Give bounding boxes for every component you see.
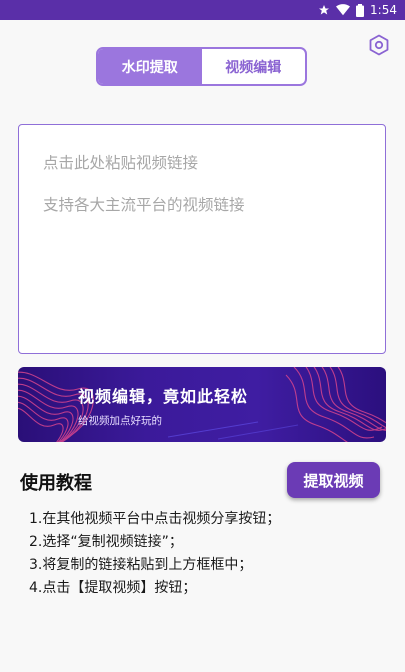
tutorial-step: 3.将复制的链接粘贴到上方框框中； [29,557,253,573]
status-time: 1:54 [370,3,397,17]
banner-subtitle: 给视频加点好玩的 [78,415,162,427]
banner-title: 视频编辑，竟如此轻松 [78,387,249,406]
status-icons: 1:54 [318,2,397,18]
link-input-hint: 支持各大主流平台的视频链接 [43,196,245,214]
extract-video-button[interactable]: 提取视频 [287,462,380,498]
tutorial-step: 1.在其他视频平台中点击视频分享按钮； [29,511,281,527]
tutorial-step: 2.选择“复制视频链接”； [29,534,183,550]
tab-video-edit[interactable]: 视频编辑 [202,49,306,84]
video-edit-banner[interactable]: 视频编辑，竟如此轻松 给视频加点好玩的 [18,367,386,442]
video-link-input[interactable]: 点击此处粘贴视频链接 支持各大主流平台的视频链接 [18,124,386,354]
mode-tabs: 水印提取 视频编辑 [96,47,307,86]
settings-icon[interactable] [368,34,390,56]
battery-icon [356,3,365,17]
star-icon [319,5,330,15]
wifi-icon [336,4,351,16]
tab-watermark-extract[interactable]: 水印提取 [98,49,202,84]
tutorial-heading: 使用教程 [20,473,92,494]
status-bar: 1:54 [0,0,405,20]
tutorial-steps: 1.在其他视频平台中点击视频分享按钮； 2.选择“复制视频链接”； 3.将复制的… [29,508,389,600]
link-input-placeholder: 点击此处粘贴视频链接 [43,154,199,172]
tutorial-step: 4.点击【提取视频】按钮； [29,580,197,596]
